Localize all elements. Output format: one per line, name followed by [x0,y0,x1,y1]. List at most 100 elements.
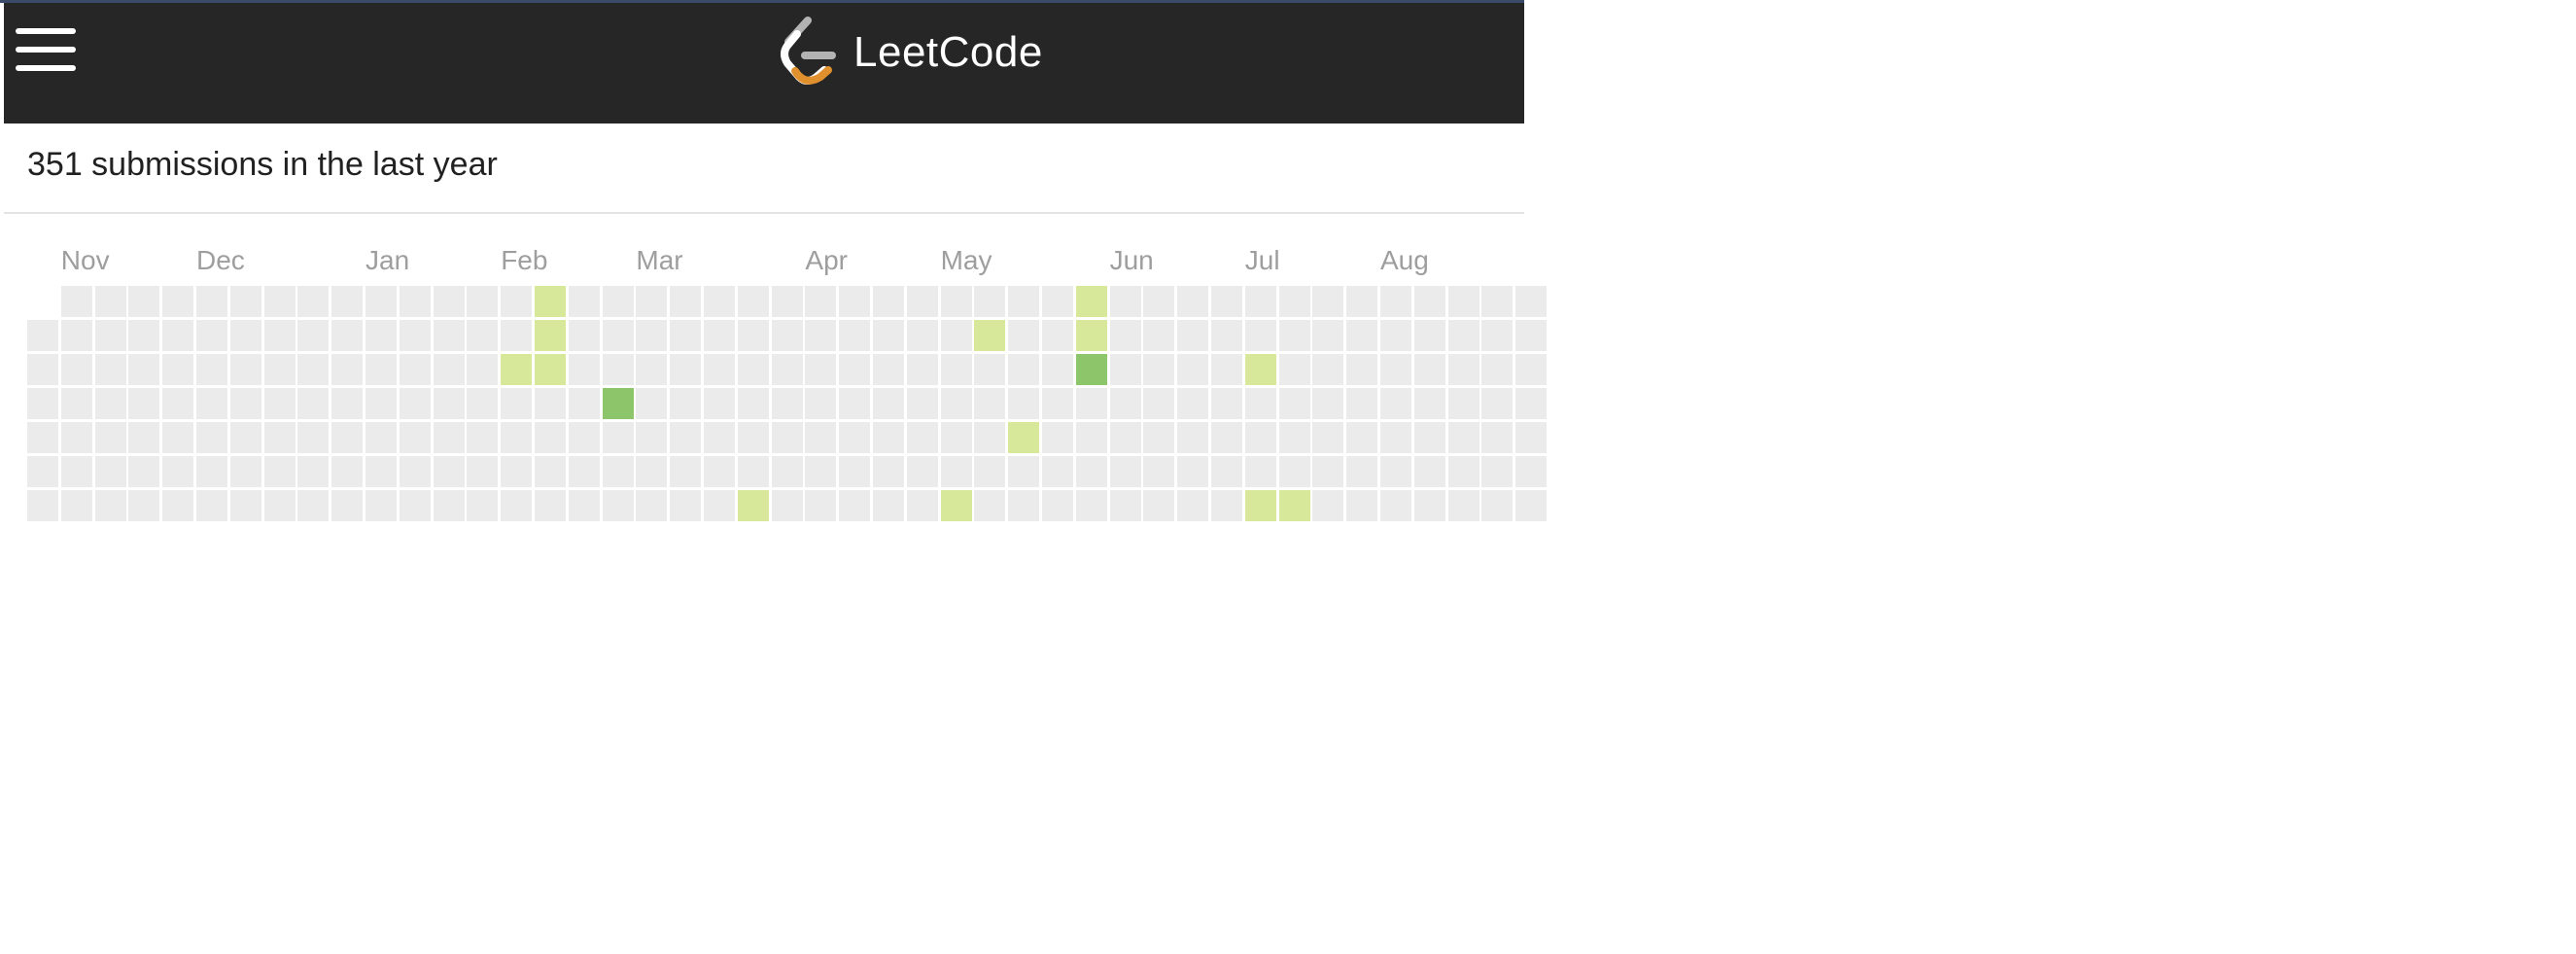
day-cell[interactable] [94,490,126,521]
day-cell[interactable] [399,422,431,453]
day-cell[interactable] [94,354,126,385]
day-cell[interactable] [805,286,837,317]
day-cell[interactable] [940,456,972,487]
day-cell[interactable] [1109,354,1141,385]
day-cell[interactable] [366,320,397,351]
day-cell[interactable] [906,490,938,521]
day-cell[interactable] [1143,354,1175,385]
day-cell[interactable] [670,422,702,453]
day-cell[interactable] [704,422,735,453]
day-cell[interactable] [1312,354,1344,385]
day-cell[interactable] [1346,456,1378,487]
day-cell[interactable] [162,490,194,521]
active-day-cell[interactable] [974,320,1006,351]
day-cell[interactable] [737,456,769,487]
day-cell[interactable] [1177,456,1209,487]
day-cell[interactable] [467,490,499,521]
day-cell[interactable] [906,354,938,385]
day-cell[interactable] [467,354,499,385]
day-cell[interactable] [805,388,837,419]
day-cell[interactable] [433,286,465,317]
day-cell[interactable] [162,320,194,351]
day-cell[interactable] [568,354,600,385]
day-cell[interactable] [1413,320,1445,351]
day-cell[interactable] [1346,490,1378,521]
day-cell[interactable] [704,388,735,419]
day-cell[interactable] [331,354,364,385]
day-cell[interactable] [568,286,600,317]
day-cell[interactable] [670,320,702,351]
day-cell[interactable] [297,456,330,487]
day-cell[interactable] [974,490,1006,521]
day-cell[interactable] [1042,320,1073,351]
day-cell[interactable] [1075,422,1107,453]
day-cell[interactable] [1109,320,1141,351]
active-day-cell[interactable] [1075,320,1107,351]
day-cell[interactable] [1042,456,1073,487]
day-cell[interactable] [1312,388,1344,419]
day-cell[interactable] [1515,388,1548,419]
day-cell[interactable] [906,422,938,453]
day-cell[interactable] [94,456,126,487]
active-day-cell[interactable] [1244,490,1276,521]
day-cell[interactable] [940,354,972,385]
active-day-cell[interactable] [535,320,566,351]
day-cell[interactable] [501,422,533,453]
day-cell[interactable] [1515,490,1548,521]
day-cell[interactable] [670,388,702,419]
day-cell[interactable] [805,456,837,487]
day-cell[interactable] [1008,286,1040,317]
day-cell[interactable] [1278,286,1310,317]
day-cell[interactable] [27,456,58,487]
day-cell[interactable] [162,422,194,453]
day-cell[interactable] [771,354,803,385]
active-day-cell[interactable] [1244,354,1276,385]
day-cell[interactable] [1346,286,1378,317]
day-cell[interactable] [297,490,330,521]
day-cell[interactable] [1042,422,1073,453]
day-cell[interactable] [263,456,296,487]
day-cell[interactable] [60,354,92,385]
day-cell[interactable] [636,388,668,419]
active-day-cell[interactable] [940,490,972,521]
day-cell[interactable] [1278,388,1310,419]
day-cell[interactable] [94,388,126,419]
day-cell[interactable] [1413,354,1445,385]
day-cell[interactable] [906,388,938,419]
day-cell[interactable] [366,286,397,317]
day-cell[interactable] [535,388,566,419]
day-cell[interactable] [1312,456,1344,487]
day-cell[interactable] [128,422,160,453]
day-cell[interactable] [467,388,499,419]
day-cell[interactable] [331,286,364,317]
day-cell[interactable] [128,490,160,521]
day-cell[interactable] [1413,388,1445,419]
day-cell[interactable] [1312,320,1344,351]
day-cell[interactable] [704,320,735,351]
day-cell[interactable] [1447,456,1479,487]
day-cell[interactable] [1346,354,1378,385]
day-cell[interactable] [906,320,938,351]
day-cell[interactable] [1447,354,1479,385]
day-cell[interactable] [27,354,58,385]
day-cell[interactable] [602,320,634,351]
day-cell[interactable] [1244,286,1276,317]
day-cell[interactable] [196,490,227,521]
day-cell[interactable] [737,422,769,453]
day-cell[interactable] [366,490,397,521]
day-cell[interactable] [399,354,431,385]
day-cell[interactable] [1380,354,1411,385]
day-cell[interactable] [501,286,533,317]
day-cell[interactable] [27,422,58,453]
day-cell[interactable] [1143,388,1175,419]
day-cell[interactable] [162,456,194,487]
day-cell[interactable] [1515,286,1548,317]
day-cell[interactable] [1211,354,1242,385]
day-cell[interactable] [1177,320,1209,351]
day-cell[interactable] [229,456,261,487]
day-cell[interactable] [331,388,364,419]
day-cell[interactable] [805,422,837,453]
day-cell[interactable] [399,286,431,317]
day-cell[interactable] [1109,286,1141,317]
day-cell[interactable] [1278,422,1310,453]
